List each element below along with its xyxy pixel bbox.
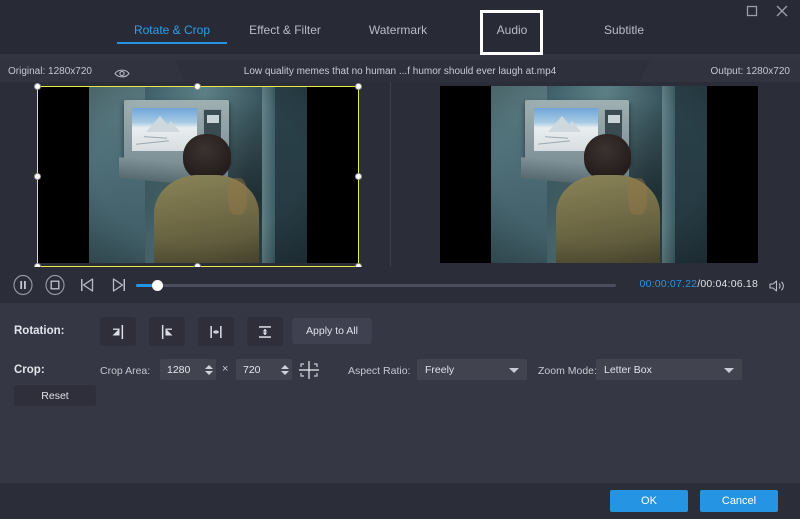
- tab-subtitle-label: Subtitle: [604, 23, 644, 37]
- reset-label: Reset: [41, 390, 68, 402]
- output-scene-mountain-2: [563, 121, 581, 132]
- crop-height-stepper[interactable]: 720: [236, 359, 292, 380]
- preview-stage: [0, 82, 800, 267]
- seek-slider[interactable]: [136, 284, 616, 287]
- rotation-label: Rotation:: [14, 325, 64, 337]
- crop-handle-top-center[interactable]: [194, 83, 201, 90]
- scene-snow-line-2: [144, 136, 167, 139]
- ok-label: OK: [641, 495, 657, 507]
- crop-height-arrows[interactable]: [277, 359, 292, 380]
- video-scene: [89, 86, 308, 263]
- cancel-button[interactable]: Cancel: [700, 490, 778, 512]
- reset-button[interactable]: Reset: [14, 385, 96, 406]
- aspect-ratio-value: Freely: [425, 364, 454, 376]
- zoom-mode-value: Letter Box: [604, 364, 652, 376]
- rotation-row: Rotation:: [0, 317, 800, 349]
- center-crop-icon[interactable]: [296, 360, 322, 380]
- crop-height-decrement-icon[interactable]: [281, 371, 289, 375]
- current-time-label: 00:00:07.22: [640, 278, 698, 290]
- tab-subtitle[interactable]: Subtitle: [571, 14, 677, 37]
- zoom-mode-label: Zoom Mode:: [538, 365, 597, 377]
- output-scene-person-head: [584, 134, 632, 180]
- scene-snow-line: [136, 141, 169, 145]
- tab-audio[interactable]: Audio: [459, 14, 565, 37]
- crop-row: Crop: Crop Area: 1280 × 720: [0, 359, 800, 387]
- scene-person-head: [183, 134, 231, 180]
- tab-rotate-crop[interactable]: Rotate & Crop: [117, 14, 227, 37]
- tab-watermark-label: Watermark: [369, 23, 427, 37]
- ok-button[interactable]: OK: [610, 490, 688, 512]
- crop-handle-middle-right[interactable]: [355, 173, 362, 180]
- crop-dimension-separator: ×: [222, 363, 228, 375]
- flip-horizontal-icon[interactable]: [198, 317, 234, 346]
- zoom-mode-select[interactable]: Letter Box: [596, 359, 742, 380]
- scene-pillar: [262, 86, 275, 263]
- eye-icon[interactable]: [114, 66, 130, 77]
- settings-panel: Rotation:: [0, 303, 800, 483]
- rotate-right-icon[interactable]: [149, 317, 185, 346]
- source-video-frame[interactable]: [37, 86, 359, 263]
- info-bar: Original: 1280x720 Low quality memes tha…: [0, 60, 800, 82]
- crop-height-value: 720: [236, 364, 277, 376]
- output-scene-snow-line-2: [545, 136, 568, 139]
- output-video-frame[interactable]: [440, 86, 758, 263]
- crop-label: Crop:: [14, 364, 45, 376]
- crop-width-arrows[interactable]: [201, 359, 216, 380]
- title-bar: Rotate & Crop Effect & Filter Watermark …: [0, 0, 800, 54]
- crop-width-decrement-icon[interactable]: [205, 371, 213, 375]
- crop-handle-middle-left[interactable]: [34, 173, 41, 180]
- seek-slider-handle[interactable]: [152, 280, 163, 291]
- cancel-label: Cancel: [722, 495, 756, 507]
- output-scene-pillar: [662, 86, 675, 263]
- footer-bar: OK Cancel: [0, 483, 800, 519]
- total-time-label: /00:04:06.18: [697, 278, 758, 290]
- crop-area-label: Crop Area:: [100, 365, 150, 377]
- tab-effect-filter-label: Effect & Filter: [249, 23, 321, 37]
- source-preview-pane: [0, 82, 390, 267]
- crop-width-value: 1280: [160, 364, 201, 376]
- crop-handle-top-left[interactable]: [34, 83, 41, 90]
- crop-handle-top-right[interactable]: [355, 83, 362, 90]
- previous-frame-icon[interactable]: [76, 274, 98, 296]
- preview-divider: [390, 82, 391, 267]
- output-resolution-label: Output: 1280x720: [710, 66, 790, 77]
- rotate-left-icon[interactable]: [100, 317, 136, 346]
- crop-width-increment-icon[interactable]: [205, 365, 213, 369]
- pause-icon[interactable]: [12, 274, 34, 296]
- video-editor-window: Rotate & Crop Effect & Filter Watermark …: [0, 0, 800, 519]
- tab-bar: Rotate & Crop Effect & Filter Watermark …: [0, 14, 800, 54]
- tab-effect-filter[interactable]: Effect & Filter: [231, 14, 339, 37]
- apply-to-all-label: Apply to All: [306, 325, 358, 337]
- scene-wall-right: [272, 86, 307, 263]
- tab-rotate-crop-label: Rotate & Crop: [134, 23, 210, 37]
- volume-icon[interactable]: [768, 279, 786, 293]
- original-info: Original: 1280x720: [0, 60, 185, 82]
- output-scene-person-body: [556, 175, 660, 264]
- original-resolution-label: Original: 1280x720: [8, 66, 92, 77]
- next-frame-icon[interactable]: [108, 274, 130, 296]
- crop-width-stepper[interactable]: 1280: [160, 359, 216, 380]
- apply-to-all-button[interactable]: Apply to All: [292, 318, 372, 344]
- scene-person-body: [154, 175, 259, 264]
- scene-mountain-2: [162, 121, 180, 132]
- flip-vertical-icon[interactable]: [247, 317, 283, 346]
- crop-height-increment-icon[interactable]: [281, 365, 289, 369]
- output-scene-wall-right: [673, 86, 708, 263]
- timecode-display: 00:00:07.22/00:04:06.18: [640, 278, 758, 290]
- player-controls: 00:00:07.22/00:04:06.18: [0, 267, 800, 303]
- aspect-ratio-label: Aspect Ratio:: [348, 365, 410, 377]
- chevron-down-icon[interactable]: [509, 368, 519, 373]
- output-scene-snow-line: [538, 141, 570, 145]
- reset-row: Reset: [0, 385, 800, 411]
- aspect-ratio-select[interactable]: Freely: [417, 359, 527, 380]
- tab-active-underline: [117, 42, 227, 44]
- tab-audio-label: Audio: [497, 23, 528, 37]
- output-video-scene: [491, 86, 707, 263]
- output-info: Output: 1280x720: [640, 60, 800, 82]
- output-preview-pane: [400, 82, 800, 267]
- stop-icon[interactable]: [44, 274, 66, 296]
- zoom-mode-chevron-down-icon[interactable]: [724, 368, 734, 373]
- tab-watermark[interactable]: Watermark: [345, 14, 451, 37]
